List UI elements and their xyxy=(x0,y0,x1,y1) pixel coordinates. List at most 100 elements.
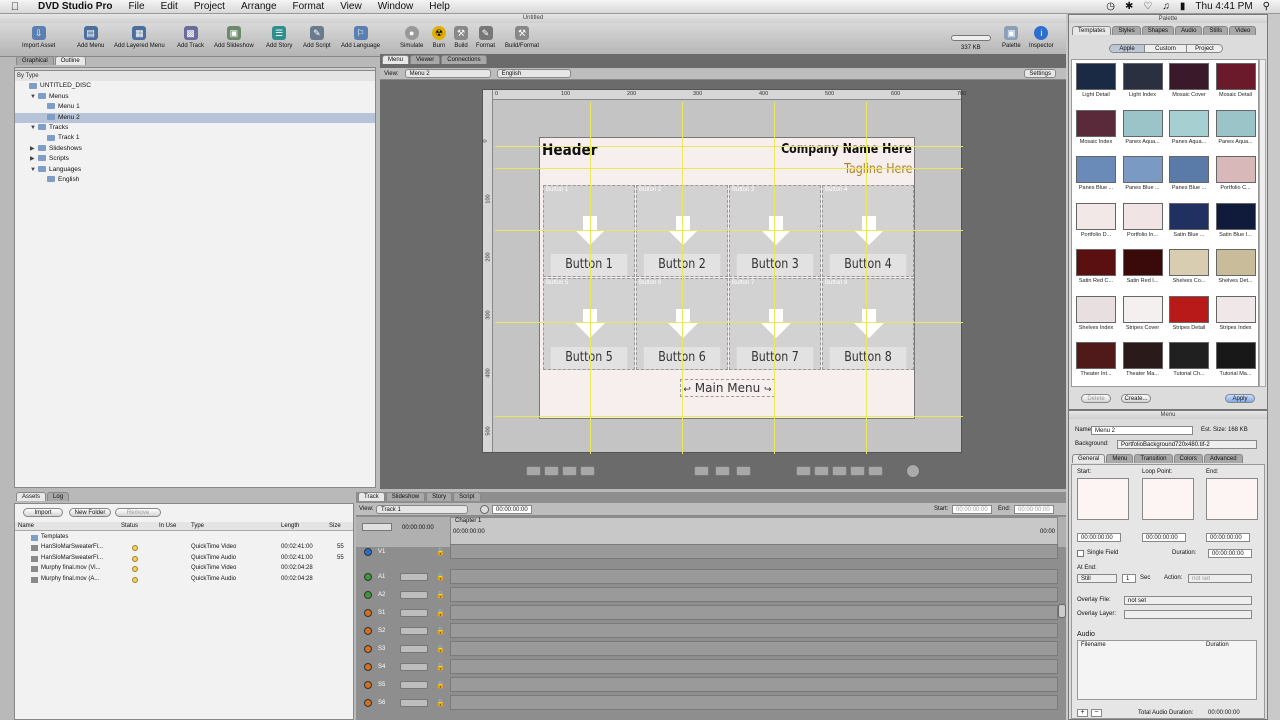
tab-styles[interactable]: Styles xyxy=(1112,26,1141,35)
menu-canvas[interactable]: Header Company Name Here Tagline Here Bu… xyxy=(539,137,915,419)
lock-icon[interactable]: 🔒 xyxy=(436,663,445,671)
col-type[interactable]: Type xyxy=(191,523,204,529)
add-button-icon[interactable] xyxy=(694,466,709,476)
simulate-button[interactable]: ● Simulate xyxy=(400,26,423,49)
disclosure-triangle-icon[interactable]: ▼ xyxy=(30,165,38,175)
tab-script[interactable]: Script xyxy=(453,492,481,501)
template-thumbnail[interactable] xyxy=(1215,202,1256,230)
track-stream-select[interactable] xyxy=(400,698,428,707)
track-lane[interactable] xyxy=(450,677,1058,692)
template-thumbnail[interactable] xyxy=(1215,109,1256,137)
overlay-file-select[interactable]: not set xyxy=(1124,596,1252,605)
overlay-layer-select[interactable] xyxy=(1124,610,1252,619)
outline-row[interactable]: Menu 1 xyxy=(15,102,375,112)
tab-slideshow[interactable]: Slideshow xyxy=(385,492,426,501)
menu-project[interactable]: Project xyxy=(186,1,233,12)
disclosure-triangle-icon[interactable]: ▼ xyxy=(30,123,38,133)
display-icon[interactable] xyxy=(736,466,751,476)
subtab-project[interactable]: Project xyxy=(1187,44,1223,53)
template-thumbnail[interactable] xyxy=(1122,63,1163,90)
language-select[interactable]: English xyxy=(496,69,571,78)
start-field[interactable]: 00:00:00:00 xyxy=(952,505,992,514)
track-lane[interactable] xyxy=(450,544,1058,559)
template-thumbnail[interactable] xyxy=(1169,202,1209,230)
outline-row[interactable]: ▼ Tracks xyxy=(15,123,375,133)
template-thumbnail[interactable] xyxy=(1169,156,1209,183)
template-thumbnail[interactable] xyxy=(1169,249,1209,276)
menu-button-3[interactable]: Button 3 Button 3 xyxy=(729,185,821,277)
tab-templates[interactable]: Templates xyxy=(1072,26,1112,35)
bluetooth-icon[interactable]: ✱ xyxy=(1125,1,1133,12)
track-lane[interactable] xyxy=(450,605,1058,620)
track-stream-select[interactable] xyxy=(400,644,428,653)
action-select[interactable]: not set xyxy=(1188,574,1252,583)
palette-button[interactable]: ▣ Palette xyxy=(1002,26,1021,49)
track-enable-icon[interactable] xyxy=(364,698,372,707)
outline-row[interactable]: ▶ Slideshows xyxy=(15,144,375,154)
track-stream-select[interactable] xyxy=(400,680,428,689)
outline-row[interactable]: ▶ Scripts xyxy=(15,154,375,164)
seconds-field[interactable]: 1 xyxy=(1122,574,1136,583)
template-thumbnail[interactable] xyxy=(1122,156,1163,183)
time-machine-icon[interactable]: ◷ xyxy=(1106,1,1115,12)
toggle-c-icon[interactable] xyxy=(832,466,847,476)
lock-icon[interactable]: 🔒 xyxy=(436,699,445,707)
menu-window[interactable]: Window xyxy=(370,1,422,12)
lock-icon[interactable]: 🔒 xyxy=(436,609,445,617)
tab-colors[interactable]: Colors xyxy=(1173,454,1203,463)
add-script-button[interactable]: ✎ Add Script xyxy=(303,26,331,49)
outline-row[interactable]: ▼ Languages xyxy=(15,165,375,175)
track-enable-icon[interactable] xyxy=(364,572,372,581)
track-lane[interactable] xyxy=(450,659,1058,674)
template-thumbnail[interactable] xyxy=(1122,342,1163,369)
add-story-button[interactable]: ☰ Add Story xyxy=(266,26,292,49)
at-end-select[interactable]: Still xyxy=(1077,574,1117,583)
tab-graphical[interactable]: Graphical xyxy=(16,56,54,65)
toggle-a-icon[interactable] xyxy=(796,466,811,476)
track-enable-icon[interactable] xyxy=(364,644,372,653)
tab-connections[interactable]: Connections xyxy=(441,55,487,64)
template-thumbnail[interactable] xyxy=(1076,342,1116,369)
burn-button[interactable]: ☢ Burn xyxy=(432,26,446,49)
template-thumbnail[interactable] xyxy=(1215,156,1256,183)
template-thumbnail[interactable] xyxy=(1215,249,1256,276)
lock-icon[interactable]: 🔒 xyxy=(436,548,445,556)
track-stream-select[interactable] xyxy=(400,608,428,617)
col-size[interactable]: Size xyxy=(329,523,341,529)
name-field[interactable]: Menu 2 xyxy=(1091,426,1193,435)
template-thumbnail[interactable] xyxy=(1076,109,1116,137)
add-slideshow-button[interactable]: ▣ Add Slideshow xyxy=(214,26,254,49)
apple-icon[interactable]:  xyxy=(0,1,30,13)
tab-outline[interactable]: Outline xyxy=(54,56,86,65)
menu-button-8[interactable]: Button 8 Button 8 xyxy=(822,278,914,370)
track-lane[interactable] xyxy=(450,587,1058,602)
track-lane[interactable] xyxy=(450,623,1058,638)
track-view-select[interactable]: Track 1 xyxy=(376,505,468,514)
tab-shapes[interactable]: Shapes xyxy=(1141,26,1175,35)
battery-icon[interactable]: ▮ xyxy=(1180,1,1186,12)
track-enable-icon[interactable] xyxy=(364,608,372,617)
settings-select[interactable]: Settings xyxy=(1024,69,1056,78)
tab-assets[interactable]: Assets xyxy=(16,492,47,501)
subtab-apple[interactable]: Apple xyxy=(1109,44,1145,53)
template-thumbnail[interactable] xyxy=(1076,63,1116,90)
track-stream-select[interactable] xyxy=(400,662,428,671)
start-timecode[interactable]: 00:00:00:00 xyxy=(1077,533,1121,542)
menu-button-4[interactable]: Button 4 Button 4 xyxy=(822,185,914,277)
template-thumbnail[interactable] xyxy=(1169,63,1209,90)
template-thumbnail[interactable] xyxy=(1122,202,1163,230)
tab-stills[interactable]: Stills xyxy=(1203,26,1229,35)
delete-template-button[interactable]: Delete xyxy=(1081,394,1111,403)
chapter-marker[interactable]: Chapter 1 xyxy=(455,518,481,524)
menu-help[interactable]: Help xyxy=(421,1,458,12)
tab-log[interactable]: Log xyxy=(47,492,70,501)
track-enable-icon[interactable] xyxy=(364,590,372,599)
template-thumbnail[interactable] xyxy=(1076,295,1116,323)
tab-general[interactable]: General xyxy=(1072,454,1106,463)
lock-icon[interactable]: 🔒 xyxy=(436,627,445,635)
palette-scrollbar[interactable] xyxy=(1259,59,1266,387)
vertical-guide[interactable] xyxy=(590,102,591,454)
inspector-button[interactable]: i Inspector xyxy=(1029,26,1054,49)
track-lane[interactable] xyxy=(450,569,1058,584)
outline-row[interactable]: Menu 2 xyxy=(15,112,375,123)
